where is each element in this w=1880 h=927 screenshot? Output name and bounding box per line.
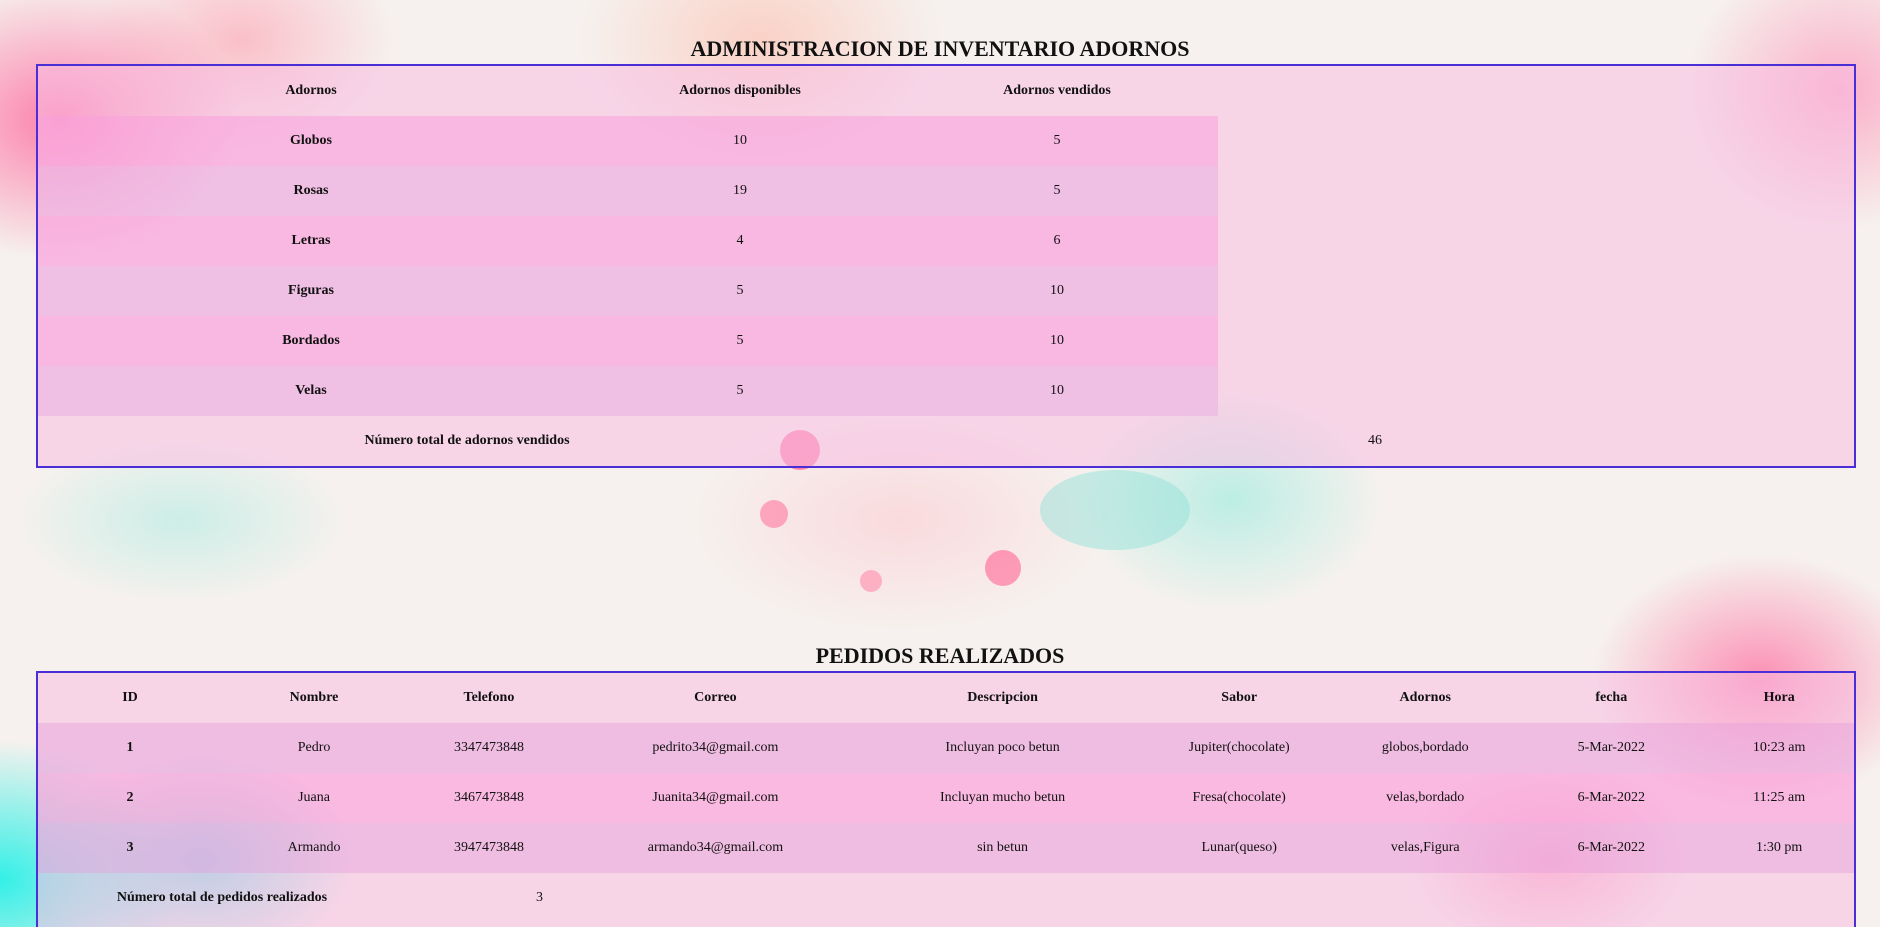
orders-table-frame: ID Nombre Telefono Correo Descripcion Sa… <box>36 671 1856 927</box>
decoration-name: Globos <box>38 116 584 166</box>
orders-total-row: Número total de pedidos realizados 3 <box>38 873 1854 923</box>
order-time: 11:25 am <box>1704 773 1854 823</box>
table-row: Globos 10 5 <box>38 116 1854 166</box>
decoration-name: Letras <box>38 216 584 266</box>
column-header: Adornos vendidos <box>1003 83 1111 98</box>
order-decorations: globos,bordado <box>1332 723 1519 773</box>
inventory-table: Adornos Adornos disponibles Adornos vend… <box>38 66 1854 466</box>
available-count: 19 <box>584 166 896 216</box>
sold-count: 10 <box>896 266 1218 316</box>
sold-count: 5 <box>896 116 1218 166</box>
background-blob <box>1040 470 1190 550</box>
inventory-header-row: Adornos Adornos disponibles Adornos vend… <box>38 66 1854 116</box>
total-sold-label: Número total de adornos vendidos <box>364 433 570 448</box>
order-name: Armando <box>222 823 407 873</box>
decoration-name: Velas <box>38 366 584 416</box>
orders-title: PEDIDOS REALIZADOS <box>815 643 1065 668</box>
order-phone: 3947473848 <box>406 823 572 873</box>
available-count: 5 <box>584 366 896 416</box>
table-row: 2 Juana 3467473848 Juanita34@gmail.com I… <box>38 773 1854 823</box>
order-name: Pedro <box>222 723 407 773</box>
order-email: Juanita34@gmail.com <box>571 773 859 823</box>
table-row: Bordados 5 10 <box>38 316 1854 366</box>
inventory-table-frame: Adornos Adornos disponibles Adornos vend… <box>36 64 1856 468</box>
inventory-title: ADMINISTRACION DE INVENTARIO ADORNOS <box>690 36 1190 61</box>
table-row: 3 Armando 3947473848 armando34@gmail.com… <box>38 823 1854 873</box>
decoration-name: Figuras <box>38 266 584 316</box>
order-id: 1 <box>38 723 223 773</box>
order-id: 2 <box>38 773 223 823</box>
orders-header-row: ID Nombre Telefono Correo Descripcion Sa… <box>38 673 1854 723</box>
order-flavor: Fresa(chocolate) <box>1146 773 1333 823</box>
orders-table: ID Nombre Telefono Correo Descripcion Sa… <box>38 673 1854 923</box>
column-header: ID <box>122 690 138 705</box>
sold-count: 5 <box>896 166 1218 216</box>
column-header: Adornos <box>1399 690 1451 705</box>
column-header: Hora <box>1763 690 1795 705</box>
order-name: Juana <box>222 773 407 823</box>
available-count: 10 <box>584 116 896 166</box>
background-blob <box>760 500 788 528</box>
order-description: sin betun <box>859 823 1147 873</box>
sold-count: 10 <box>896 316 1218 366</box>
total-orders-value: 3 <box>536 890 544 905</box>
order-decorations: velas,Figura <box>1332 823 1519 873</box>
column-header: Sabor <box>1221 690 1258 705</box>
table-row: Rosas 19 5 <box>38 166 1854 216</box>
column-header: Correo <box>694 690 737 705</box>
column-header: fecha <box>1595 690 1628 705</box>
column-header: Descripcion <box>967 690 1038 705</box>
order-flavor: Lunar(queso) <box>1146 823 1333 873</box>
order-phone: 3467473848 <box>406 773 572 823</box>
table-row: Letras 4 6 <box>38 216 1854 266</box>
order-id: 3 <box>38 823 223 873</box>
decoration-name: Bordados <box>38 316 584 366</box>
order-date: 6-Mar-2022 <box>1518 773 1705 823</box>
column-header: Adornos <box>285 83 337 98</box>
column-header: Nombre <box>289 690 339 705</box>
decoration-name: Rosas <box>38 166 584 216</box>
order-email: pedrito34@gmail.com <box>571 723 859 773</box>
background-blob <box>860 570 882 592</box>
inventory-total-row: Número total de adornos vendidos 46 <box>38 416 1854 466</box>
table-row: 1 Pedro 3347473848 pedrito34@gmail.com I… <box>38 723 1854 773</box>
sold-count: 10 <box>896 366 1218 416</box>
table-row: Velas 5 10 <box>38 366 1854 416</box>
order-description: Incluyan mucho betun <box>859 773 1147 823</box>
order-flavor: Jupiter(chocolate) <box>1146 723 1333 773</box>
column-header: Telefono <box>463 690 515 705</box>
table-row: Figuras 5 10 <box>38 266 1854 316</box>
order-decorations: velas,bordado <box>1332 773 1519 823</box>
order-phone: 3347473848 <box>406 723 572 773</box>
order-email: armando34@gmail.com <box>571 823 859 873</box>
order-description: Incluyan poco betun <box>859 723 1147 773</box>
column-header: Adornos disponibles <box>679 83 801 98</box>
background-blob <box>985 550 1021 586</box>
sold-count: 6 <box>896 216 1218 266</box>
order-date: 6-Mar-2022 <box>1518 823 1705 873</box>
order-date: 5-Mar-2022 <box>1518 723 1705 773</box>
total-sold-value: 46 <box>1368 433 1382 448</box>
available-count: 5 <box>584 316 896 366</box>
total-orders-label: Número total de pedidos realizados <box>116 890 328 905</box>
available-count: 5 <box>584 266 896 316</box>
available-count: 4 <box>584 216 896 266</box>
order-time: 10:23 am <box>1704 723 1854 773</box>
order-time: 1:30 pm <box>1704 823 1854 873</box>
